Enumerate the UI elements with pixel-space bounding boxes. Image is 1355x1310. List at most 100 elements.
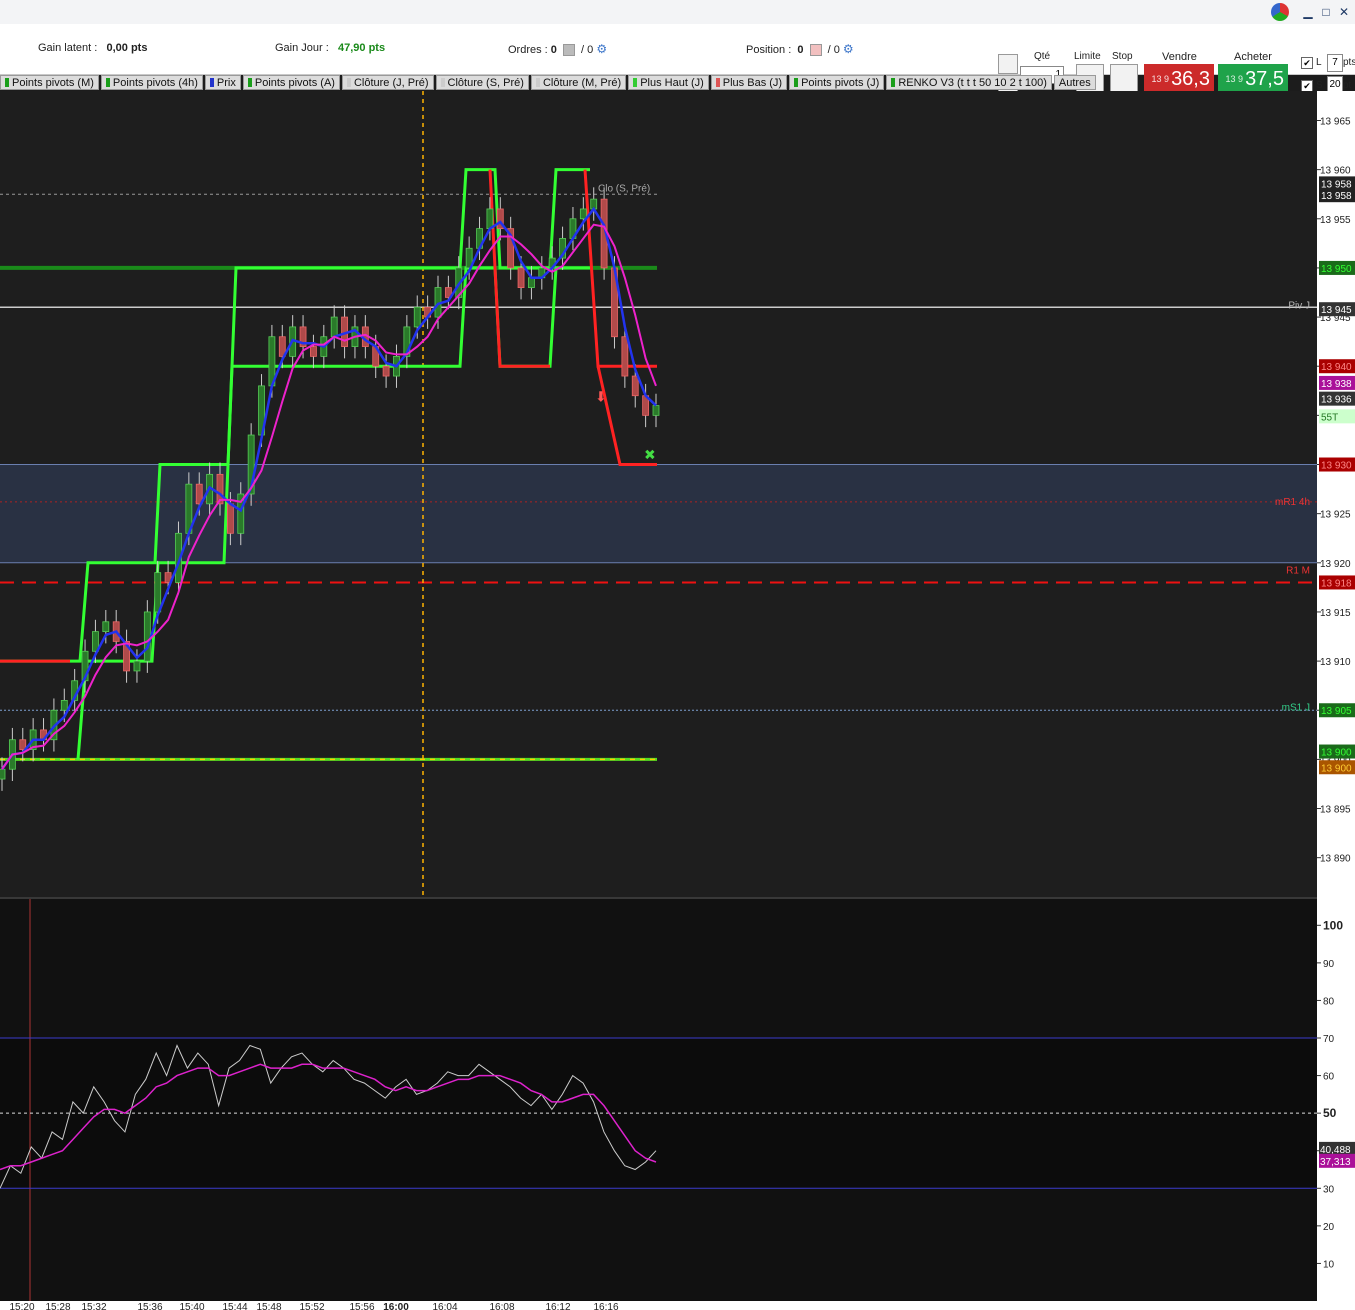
- price-axis-label: 13 955: [1320, 215, 1351, 226]
- buy-button[interactable]: 13 9 37,5: [1218, 64, 1288, 94]
- position-count: 0: [797, 44, 804, 56]
- gain-jour: Gain Jour : 47,90 pts: [275, 42, 385, 54]
- orders-summary[interactable]: Ordres : 0 / 0 ⚙: [508, 42, 607, 57]
- position-label: Position :: [746, 44, 792, 56]
- legend-item[interactable]: Points pivots (M): [0, 75, 99, 90]
- candle-body: [0, 768, 6, 780]
- stop-order-button[interactable]: [1110, 64, 1138, 94]
- osc-tag-label: 37,313: [1320, 1157, 1351, 1168]
- candle-body: [133, 660, 141, 672]
- price-axis-label: 13 895: [1320, 805, 1351, 816]
- price-chart[interactable]: 13 965 13 960 13 955 13 950 13 945 13 940 13 9…: [0, 91, 1355, 1310]
- legend-item[interactable]: Clôture (M, Pré): [530, 75, 627, 90]
- app-logo-icon: [1271, 3, 1289, 21]
- price-tag-label: 13 900: [1321, 748, 1352, 759]
- price-tag-label: 13 950: [1321, 264, 1352, 275]
- legend-label: Plus Bas (J): [722, 76, 783, 89]
- legend-label: Points pivots (M): [12, 76, 94, 89]
- position-pending: / 0: [827, 44, 840, 56]
- time-axis-label: 16:00: [383, 1302, 409, 1310]
- time-axis-label: 15:32: [81, 1302, 106, 1310]
- qty-label: Qté: [1034, 51, 1051, 62]
- candle-body: [486, 208, 494, 230]
- legend-label: Points pivots (J): [801, 76, 880, 89]
- legend-item[interactable]: Plus Bas (J): [710, 75, 788, 90]
- legend-swatch: [891, 78, 896, 87]
- buy-price: 37,5: [1245, 67, 1284, 90]
- price-axis-label: 13 920: [1320, 559, 1351, 570]
- time-axis-label: 15:56: [349, 1302, 374, 1310]
- candle-body: [60, 700, 68, 711]
- price-tag-label: 13 940: [1321, 362, 1352, 373]
- price-axis-label: 13 960: [1320, 166, 1351, 177]
- level-label: R1 M: [1286, 566, 1310, 577]
- sell-label: Vendre: [1162, 51, 1197, 63]
- time-axis-label: 15:44: [222, 1302, 247, 1310]
- legend-item[interactable]: Points pivots (4h): [100, 75, 203, 90]
- legend-swatch: [535, 78, 540, 87]
- gain-latent: Gain latent : 0,00 pts: [38, 42, 147, 54]
- stop-label: Stop: [1112, 51, 1133, 62]
- price-axis-label: 13 890: [1320, 854, 1351, 865]
- legend-item[interactable]: Points pivots (J): [789, 75, 885, 90]
- legend-item[interactable]: Autres: [1053, 75, 1096, 90]
- legend-item[interactable]: Clôture (S, Pré): [435, 75, 529, 90]
- candle-body: [310, 346, 317, 357]
- time-axis-label: 15:52: [299, 1302, 324, 1310]
- orders-list-icon[interactable]: [562, 44, 575, 57]
- s-label: S: [1316, 80, 1323, 91]
- orders-label: Ordres :: [508, 44, 548, 56]
- candle-body: [330, 316, 338, 338]
- minimize-icon[interactable]: ▁: [1301, 5, 1315, 19]
- legend-label: Points pivots (4h): [112, 76, 198, 89]
- l-checkbox[interactable]: ✔: [1301, 57, 1313, 69]
- position-summary[interactable]: Position : 0 / 0 ⚙: [746, 42, 854, 57]
- orders-pending: / 0: [581, 44, 594, 56]
- osc-axis-label: 30: [1323, 1184, 1335, 1195]
- candle-body: [226, 503, 234, 534]
- maximize-icon[interactable]: □: [1319, 5, 1333, 19]
- sell-price-prefix: 13 9: [1151, 74, 1170, 84]
- legend-swatch: [633, 78, 638, 87]
- price-tag-label: 13 938: [1321, 379, 1352, 390]
- legend-item[interactable]: Plus Haut (J): [628, 75, 709, 90]
- buy-price-prefix: 13 9: [1225, 74, 1244, 84]
- position-gear-icon[interactable]: ⚙: [843, 42, 854, 56]
- osc-axis-label: 90: [1323, 959, 1335, 970]
- candle-body: [102, 621, 110, 633]
- legend-item[interactable]: Prix: [204, 75, 241, 90]
- position-close-icon[interactable]: [809, 44, 822, 57]
- legend-swatch: [105, 78, 110, 87]
- osc-axis-label: 100: [1323, 918, 1343, 932]
- sell-button[interactable]: 13 9 36,3: [1144, 64, 1214, 94]
- osc-axis-label: 70: [1323, 1034, 1335, 1045]
- l-points-input[interactable]: 7: [1327, 54, 1343, 72]
- level-label: Clo (S, Pré): [598, 183, 650, 194]
- orders-gear-icon[interactable]: ⚙: [596, 42, 607, 56]
- level-label: mS1 J: [1282, 702, 1310, 713]
- price-tag-label: 13 945: [1321, 305, 1352, 316]
- cross-signal-icon: ✖: [644, 447, 656, 463]
- time-axis-label: 15:48: [256, 1302, 281, 1310]
- close-icon[interactable]: ✕: [1337, 5, 1351, 19]
- candle-body: [382, 365, 390, 377]
- candle-body: [528, 277, 535, 288]
- time-axis-label: 16:16: [593, 1302, 618, 1310]
- legend-label: Clôture (M, Pré): [542, 76, 622, 89]
- legend-swatch: [794, 78, 799, 87]
- candle-body: [621, 336, 629, 377]
- wrench-icon[interactable]: [998, 54, 1018, 74]
- legend-item[interactable]: RENKO V3 (t t t 50 10 2 t 100): [886, 75, 1052, 90]
- osc-axis-label: 50: [1323, 1106, 1337, 1120]
- candle-body: [579, 208, 587, 220]
- price-tag-label: 13 958: [1321, 191, 1352, 202]
- legend-label: Points pivots (A): [254, 76, 335, 89]
- gain-jour-label: Gain Jour :: [275, 42, 329, 54]
- legend-swatch: [5, 78, 9, 87]
- legend-item[interactable]: Points pivots (A): [242, 75, 340, 90]
- legend-label: Prix: [216, 76, 236, 89]
- l-label: L: [1316, 57, 1322, 68]
- legend-swatch: [247, 78, 252, 87]
- price-axis-label: 13 965: [1320, 116, 1351, 127]
- legend-item[interactable]: Clôture (J, Pré): [341, 75, 434, 90]
